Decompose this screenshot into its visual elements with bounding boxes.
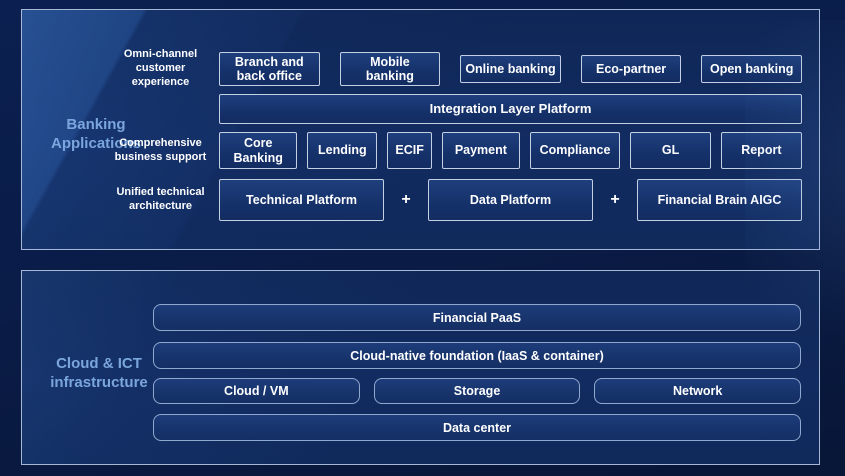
data-center-box: Data center [153,414,801,441]
business-support-row: Comprehensive business support Core Bank… [106,132,802,169]
business-support-row-boxes: Core Banking Lending ECIF Payment Compli… [219,132,802,169]
omni-channel-row-label: Omni-channel customer experience [106,52,219,86]
financial-paas-row: Financial PaaS [153,304,801,331]
cloud-vm-box: Cloud / VM [153,378,360,404]
data-center-row: Data center [153,414,801,441]
banking-applications-panel: Banking Applications Omni-channel custom… [21,9,820,250]
core-banking-box: Core Banking [219,132,297,169]
unified-architecture-row: Unified technical architecture Technical… [106,179,802,221]
integration-layer-row: Integration Layer Platform [106,94,802,124]
row-label-spacer [106,94,219,124]
payment-box: Payment [442,132,519,169]
compliance-box: Compliance [530,132,621,169]
technical-platform-box: Technical Platform [219,179,384,221]
cloud-native-foundation-box: Cloud-native foundation (IaaS & containe… [153,342,801,369]
lending-box: Lending [307,132,377,169]
eco-partner-box: Eco-partner [581,55,682,83]
plus-separator: + [384,191,428,209]
cloud-ict-infrastructure-title: Cloud & ICT infrastructure [32,355,166,393]
data-platform-box: Data Platform [428,179,593,221]
omni-channel-row-boxes: Branch and back office Mobile banking On… [219,52,802,86]
ecif-box: ECIF [387,132,432,169]
open-banking-box: Open banking [701,55,802,83]
omni-channel-row: Omni-channel customer experience Branch … [106,52,802,86]
integration-layer-row-boxes: Integration Layer Platform [219,94,802,124]
online-banking-box: Online banking [460,55,561,83]
integration-layer-platform-bar: Integration Layer Platform [219,94,802,124]
business-support-row-label: Comprehensive business support [106,132,219,169]
report-box: Report [721,132,802,169]
mobile-banking-box: Mobile banking [340,52,441,86]
plus-separator: + [593,191,637,209]
infrastructure-resources-row: Cloud / VM Storage Network [153,378,801,404]
cloud-ict-infrastructure-panel: Cloud & ICT infrastructure Financial Paa… [21,270,820,465]
financial-paas-box: Financial PaaS [153,304,801,331]
financial-brain-aigc-box: Financial Brain AIGC [637,179,802,221]
gl-box: GL [630,132,710,169]
unified-architecture-row-boxes: Technical Platform + Data Platform + Fin… [219,179,802,221]
cloud-native-foundation-row: Cloud-native foundation (IaaS & containe… [153,342,801,369]
network-box: Network [594,378,801,404]
storage-box: Storage [374,378,581,404]
branch-and-back-office-box: Branch and back office [219,52,320,86]
slide-background: Banking Applications Omni-channel custom… [0,0,845,476]
unified-architecture-row-label: Unified technical architecture [106,179,219,221]
